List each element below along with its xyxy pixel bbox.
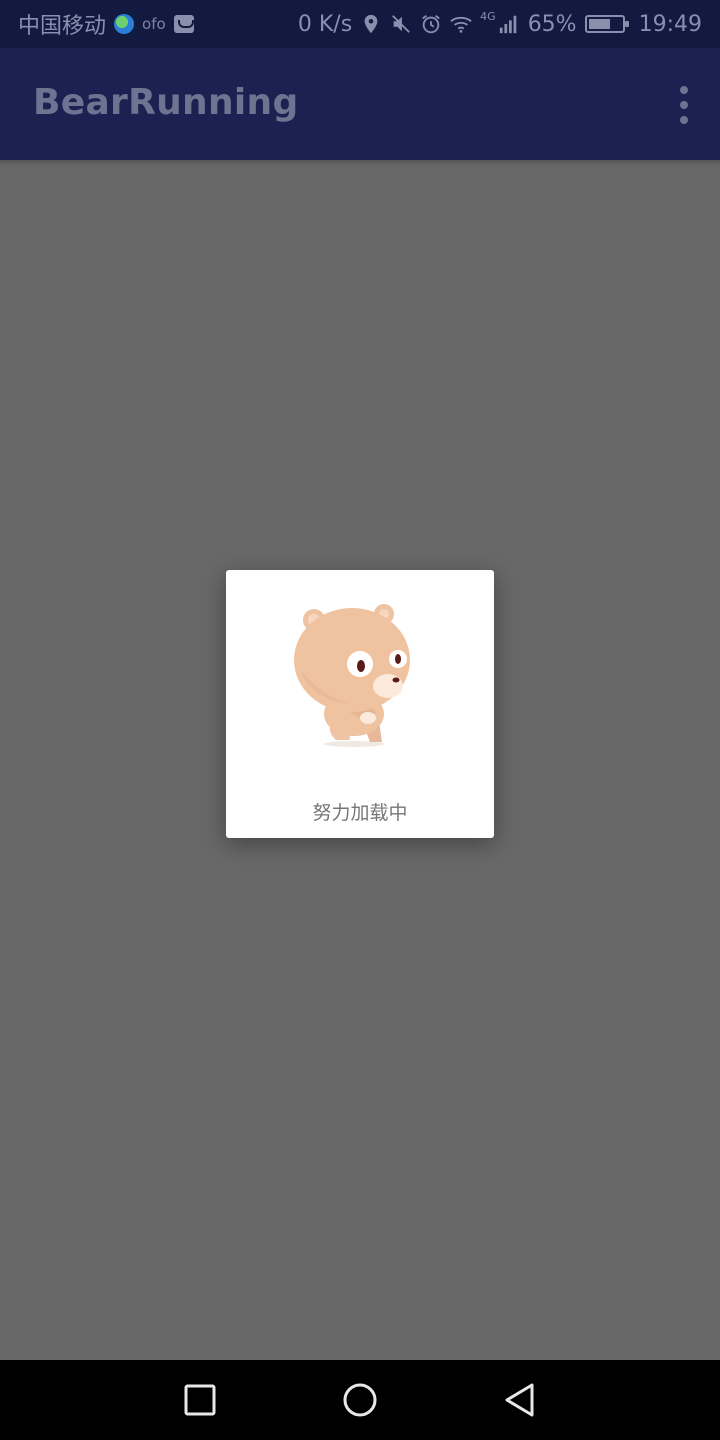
app-title: BearRunning: [33, 82, 299, 123]
globe-icon: [114, 14, 135, 34]
status-left: 中国移动 ofo: [18, 8, 194, 40]
carrier-label: 中国移动: [18, 14, 107, 39]
signal-icon: [499, 15, 517, 34]
net-speed: 0 K/s: [297, 11, 353, 37]
overflow-dot: [680, 86, 688, 94]
status-bar: 中国移动 ofo 0 K/s 4G 65% 19:49: [0, 0, 720, 48]
app-icon: [173, 15, 194, 33]
screen: 中国移动 ofo 0 K/s 4G 65% 19:49 BearRunning …: [0, 0, 720, 1440]
content-scrim[interactable]: 努力加载中: [0, 160, 720, 1360]
loading-text: 努力加载中: [312, 802, 408, 824]
more-vert-icon[interactable]: [676, 86, 692, 124]
home-circle-icon[interactable]: [342, 1382, 378, 1418]
wifi-icon: [450, 16, 472, 33]
status-right: 0 K/s 4G 65% 19:49: [297, 9, 702, 37]
app-bar: BearRunning: [0, 48, 720, 160]
alarm-icon: [422, 15, 440, 34]
nav-bar: [0, 1360, 720, 1440]
overflow-dot: [680, 101, 688, 109]
back-triangle-icon[interactable]: [502, 1382, 538, 1418]
network-type: 4G: [480, 9, 496, 23]
battery-percent: 65%: [527, 11, 577, 37]
mute-icon: [392, 15, 411, 33]
loading-dialog: 努力加载中: [226, 570, 494, 838]
overflow-dot: [680, 116, 688, 124]
clock: 19:49: [638, 11, 702, 37]
recents-square-icon[interactable]: [182, 1382, 218, 1418]
battery-icon: [584, 15, 629, 33]
ofo-icon: ofo: [142, 15, 166, 33]
location-icon: [364, 14, 378, 34]
running-bear-image: [294, 604, 410, 747]
